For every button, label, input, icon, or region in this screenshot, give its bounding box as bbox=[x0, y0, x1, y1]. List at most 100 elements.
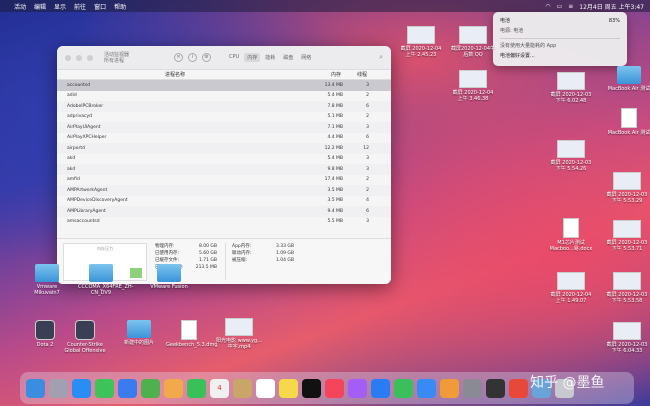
table-row[interactable]: adid 5.4 MB 2 bbox=[57, 91, 391, 102]
dock-item-5[interactable] bbox=[141, 378, 160, 398]
desktop-file[interactable]: Geekbench_5.3.dmg bbox=[166, 320, 218, 348]
screenshot-thumbnail-icon bbox=[407, 26, 435, 44]
table-row[interactable]: AirPlayUIAgent 7.1 MB 3 bbox=[57, 122, 391, 133]
stat-line: 已使用内存: 5.60 GB bbox=[155, 250, 217, 257]
menu-item-go[interactable]: 前往 bbox=[74, 2, 86, 11]
table-row[interactable]: adprivacyd 5.1 MB 2 bbox=[57, 112, 391, 123]
table-row[interactable]: amsaccountsd 5.5 MB 3 bbox=[57, 217, 391, 228]
process-memory: 17.4 MB bbox=[324, 177, 343, 183]
process-name: akd bbox=[67, 166, 76, 172]
desktop-file[interactable]: 阳光电影 www.yg...中字.mp4 bbox=[216, 318, 262, 350]
desktop-file[interactable]: 截屏2020-12-04午后数 QQ bbox=[450, 26, 496, 58]
menu-item-help[interactable]: 帮助 bbox=[114, 2, 126, 11]
desktop-file-label: Geekbench_5.3.dmg bbox=[166, 342, 218, 348]
stop-process-button[interactable]: ✕ bbox=[174, 53, 184, 62]
process-name: akd bbox=[67, 156, 76, 162]
dock-item-8[interactable]: 4 bbox=[210, 378, 229, 398]
desktop-file-label: M1芯片测试 Macboo...易.docx bbox=[549, 240, 593, 252]
search-icon[interactable]: ⌕ bbox=[379, 53, 383, 62]
desktop-file[interactable]: MacBook Air 测试 bbox=[606, 108, 650, 136]
table-row[interactable]: accountsd 13.4 MB 3 bbox=[57, 80, 391, 91]
dock-item-3[interactable] bbox=[95, 378, 114, 398]
menu-item-activity[interactable]: 活动 bbox=[14, 2, 26, 11]
tab-memory[interactable]: 内存 bbox=[244, 53, 261, 62]
dock-item-4[interactable] bbox=[118, 378, 137, 398]
battery-prefs-item[interactable]: 电池偏好设置... bbox=[500, 51, 620, 61]
dock-item-21[interactable] bbox=[509, 378, 528, 398]
process-threads: 3 bbox=[366, 219, 369, 225]
desktop-file[interactable]: 截屏 2020-12-03 下午 6.02.48 bbox=[548, 72, 594, 104]
table-row[interactable]: akd 9.8 MB 3 bbox=[57, 164, 391, 175]
power-source: 电源: 电池 bbox=[500, 28, 524, 34]
desktop-file-label: 截屏 2020-12-04 上午 3.46.38 bbox=[452, 90, 494, 102]
desktop-file[interactable]: 截屏 2020-12-03 下午 5.53.71 bbox=[604, 220, 650, 252]
dock-item-9[interactable] bbox=[233, 378, 252, 398]
dock-item-10[interactable] bbox=[256, 378, 275, 398]
dock-item-2[interactable] bbox=[72, 378, 91, 398]
tab-disk[interactable]: 磁盘 bbox=[280, 53, 296, 62]
close-button[interactable] bbox=[65, 54, 71, 61]
desktop-file[interactable]: MacBook Air 测试 bbox=[606, 66, 650, 92]
desktop-file[interactable]: 截屏 2020-12-04 上午 3.46.38 bbox=[450, 70, 496, 102]
dock-item-1[interactable] bbox=[49, 378, 68, 398]
col-threads[interactable]: 线程 bbox=[345, 71, 375, 78]
desktop-file[interactable]: 截屏 2020-12-03 下午 6.04.33 bbox=[604, 322, 650, 354]
desktop-file[interactable]: 截屏 2020-12-04 上午 2.45.23 bbox=[398, 26, 444, 58]
desktop-file[interactable]: 截屏 2020-12-03 下午 5.53.58 bbox=[604, 272, 650, 304]
dock-item-0[interactable] bbox=[26, 378, 45, 398]
desktop-file[interactable]: 截屏 2020-12-03 下午 5.53.29 bbox=[604, 172, 650, 204]
dock-item-18[interactable] bbox=[440, 378, 459, 398]
desktop-file[interactable]: Vmware Mikuvain7 bbox=[24, 264, 70, 296]
dock-item-12[interactable] bbox=[302, 378, 321, 398]
tab-cpu[interactable]: CPU bbox=[226, 53, 242, 62]
table-row[interactable]: AirPlayXPCHelper 4.4 MB 6 bbox=[57, 133, 391, 144]
table-row[interactable]: AMPArtworkAgent 3.5 MB 2 bbox=[57, 185, 391, 196]
menu-item-edit[interactable]: 编辑 bbox=[34, 2, 46, 11]
document-icon bbox=[563, 218, 579, 238]
process-name: AMPLibraryAgent bbox=[67, 208, 106, 214]
dock-item-7[interactable] bbox=[187, 378, 206, 398]
stat-key: 联动内存: bbox=[232, 251, 252, 256]
table-row[interactable]: amfid 17.4 MB 2 bbox=[57, 175, 391, 186]
info-button[interactable]: i bbox=[188, 53, 198, 62]
desktop-file[interactable]: 截屏 2020-12-03 下午 5.54.26 bbox=[548, 140, 594, 172]
dock-item-19[interactable] bbox=[463, 378, 482, 398]
dock-item-15[interactable] bbox=[371, 378, 390, 398]
dock-item-17[interactable] bbox=[417, 378, 436, 398]
dock-item-13[interactable] bbox=[325, 378, 344, 398]
dock-item-6[interactable] bbox=[164, 378, 183, 398]
table-row[interactable]: AdobeIPCBroker 7.8 MB 6 bbox=[57, 101, 391, 112]
wifi-icon[interactable]: ◠ bbox=[545, 3, 550, 10]
gear-icon[interactable]: ⚙ bbox=[202, 53, 212, 62]
col-memory[interactable]: 内存 bbox=[285, 71, 345, 78]
dock-item-20[interactable] bbox=[486, 378, 505, 398]
table-row[interactable]: AMPLibraryAgent 9.4 MB 6 bbox=[57, 206, 391, 217]
desktop-file-label: VMware Fusion bbox=[150, 284, 188, 290]
table-row[interactable]: akd 5.4 MB 3 bbox=[57, 154, 391, 165]
desktop-file[interactable]: 新建中的图片 bbox=[116, 320, 162, 346]
process-threads: 3 bbox=[366, 82, 369, 88]
tab-network[interactable]: 网络 bbox=[298, 53, 314, 62]
desktop-file[interactable]: CCCOMA_X64FRE_ZH-CN_DV9 bbox=[78, 264, 133, 296]
desktop-file[interactable]: 截屏 2020-12-04 上午 1.49.07 bbox=[548, 272, 594, 304]
desktop-file[interactable]: M1芯片测试 Macboo...易.docx bbox=[548, 218, 594, 252]
table-row[interactable]: airportd 12.2 MB 12 bbox=[57, 143, 391, 154]
menu-item-window[interactable]: 窗口 bbox=[94, 2, 106, 11]
desktop-file[interactable]: Counter-Strike Global Offensive bbox=[62, 320, 108, 354]
col-name[interactable]: 进程名称 bbox=[65, 71, 285, 78]
battery-menu-title: 电池 bbox=[500, 18, 511, 24]
dock-item-16[interactable] bbox=[394, 378, 413, 398]
tab-energy[interactable]: 能耗 bbox=[262, 53, 278, 62]
menu-item-view[interactable]: 显示 bbox=[54, 2, 66, 11]
control-center-icon[interactable]: ≡ bbox=[568, 3, 573, 10]
dock-item-11[interactable] bbox=[279, 378, 298, 398]
desktop-file[interactable]: VMware Fusion bbox=[146, 264, 192, 290]
table-row[interactable]: AMPDeviceDiscoveryAgent 3.5 MB 4 bbox=[57, 196, 391, 207]
clock-text[interactable]: 12月4日 周五 上午3:47 bbox=[579, 2, 644, 11]
minimize-button[interactable] bbox=[76, 54, 82, 61]
zoom-button[interactable] bbox=[87, 54, 93, 61]
battery-icon[interactable]: ▭ bbox=[557, 3, 563, 10]
process-name: adid bbox=[67, 93, 77, 99]
dock-item-14[interactable] bbox=[348, 378, 367, 398]
divider bbox=[500, 38, 620, 39]
